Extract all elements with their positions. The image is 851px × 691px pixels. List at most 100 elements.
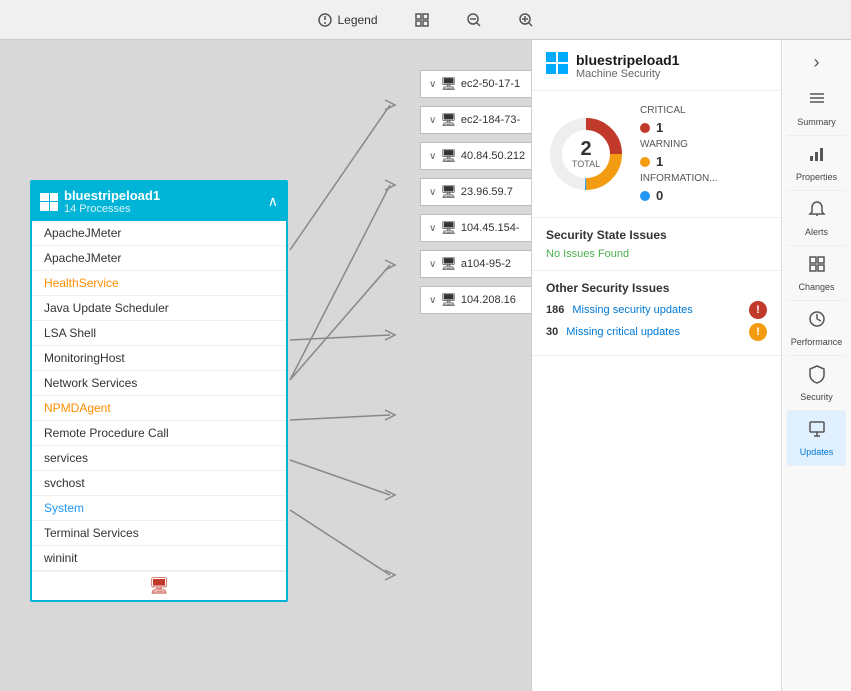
warning-legend: WARNING	[640, 139, 718, 150]
collapse-button[interactable]: ∧	[268, 193, 278, 210]
remote-node-collapse-icon: ∨	[429, 295, 436, 306]
remote-node[interactable]: ∨🖥104.45.154-	[420, 214, 531, 242]
remote-node-label: ec2-50-17-1	[461, 78, 520, 90]
warning-dot	[640, 157, 650, 167]
summary-icon	[807, 89, 827, 114]
donut-total: 2	[572, 139, 600, 159]
donut-section: 2 TOTAL CRITICAL 1 WARNING 1	[532, 91, 781, 218]
process-item[interactable]: NPMDAgent	[32, 396, 286, 421]
nav-item-performance[interactable]: Performance	[787, 301, 847, 356]
process-item[interactable]: Remote Procedure Call	[32, 421, 286, 446]
remote-monitor-icon: 🖥	[440, 256, 457, 272]
process-item[interactable]: MonitoringHost	[32, 346, 286, 371]
remote-node[interactable]: ∨🖥40.84.50.212	[420, 142, 531, 170]
process-list: ApacheJMeterApacheJMeterHealthServiceJav…	[32, 221, 286, 571]
other-issues-title: Other Security Issues	[546, 281, 767, 295]
nav-item-label: Properties	[796, 172, 837, 182]
process-item[interactable]: Java Update Scheduler	[32, 296, 286, 321]
legend-items: CRITICAL 1 WARNING 1 INFORMATION...	[640, 105, 718, 203]
zoom-out-button[interactable]	[458, 8, 490, 32]
windows-icon	[40, 193, 58, 211]
node-footer: 🖥	[32, 571, 286, 600]
critical-label: CRITICAL	[640, 105, 686, 116]
process-item[interactable]: ApacheJMeter	[32, 221, 286, 246]
fit-button[interactable]	[406, 8, 438, 32]
process-item[interactable]: LSA Shell	[32, 321, 286, 346]
security-icon	[807, 364, 827, 389]
process-item[interactable]: Network Services	[32, 371, 286, 396]
remote-node[interactable]: ∨🖥ec2-184-73-	[420, 106, 531, 134]
process-item[interactable]: HealthService	[32, 271, 286, 296]
process-item[interactable]: wininit	[32, 546, 286, 571]
panel-subtitle: Machine Security	[576, 68, 679, 80]
issue-link[interactable]: Missing security updates	[572, 304, 692, 316]
properties-icon	[807, 144, 827, 169]
changes-icon	[807, 254, 827, 279]
issue-row: 186 Missing security updates!	[546, 301, 767, 319]
zoom-in-icon	[518, 12, 534, 28]
info-label: INFORMATION...	[640, 173, 718, 184]
remote-monitor-icon: 🖥	[440, 220, 457, 236]
panel-title: bluestripeload1	[576, 52, 679, 68]
remote-node-collapse-icon: ∨	[429, 259, 436, 270]
remote-nodes-container: ∨🖥ec2-50-17-1∨🖥ec2-184-73-∨🖥40.84.50.212…	[420, 70, 531, 322]
remote-node[interactable]: ∨🖥ec2-50-17-1	[420, 70, 531, 98]
red-badge-icon: !	[749, 301, 767, 319]
nav-item-label: Summary	[797, 117, 836, 127]
remote-node-label: 104.208.16	[461, 294, 516, 306]
panel-win-icon	[546, 52, 568, 74]
issue-count: 30	[546, 326, 558, 338]
other-issues-section: Other Security Issues 186 Missing securit…	[532, 271, 781, 356]
nav-item-label: Alerts	[805, 227, 828, 237]
remote-node[interactable]: ∨ 🖥 104.208.16	[420, 286, 531, 314]
updates-icon	[807, 419, 827, 444]
content-area: bluestripeload1 14 Processes ∧ ApacheJMe…	[0, 40, 851, 691]
nav-items: Summary Properties Alerts Changes Performanc…	[787, 81, 847, 466]
nav-item-alerts[interactable]: Alerts	[787, 191, 847, 246]
remote-node-label: ec2-184-73-	[461, 114, 520, 126]
node-subtitle: 14 Processes	[64, 203, 160, 215]
info-value: 0	[656, 188, 663, 203]
nav-item-label: Updates	[800, 447, 834, 457]
process-item[interactable]: Terminal Services	[32, 521, 286, 546]
warning-value: 1	[656, 154, 663, 169]
remote-monitor-icon: 🖥	[440, 292, 457, 308]
remote-node-collapse-icon: ∨	[429, 223, 436, 234]
issue-row: 30Missing critical updates!	[546, 323, 767, 341]
panel-header: bluestripeload1 Machine Security	[532, 40, 781, 91]
process-item[interactable]: System	[32, 496, 286, 521]
monitor-icon: 🖥	[149, 576, 169, 596]
canvas-area: bluestripeload1 14 Processes ∧ ApacheJMe…	[0, 40, 531, 691]
process-item[interactable]: svchost	[32, 471, 286, 496]
donut-label: 2 TOTAL	[572, 139, 600, 169]
no-issues-text: No Issues Found	[546, 248, 767, 260]
nav-item-properties[interactable]: Properties	[787, 136, 847, 191]
nav-item-changes[interactable]: Changes	[787, 246, 847, 301]
process-item[interactable]: ApacheJMeter	[32, 246, 286, 271]
nav-item-summary[interactable]: Summary	[787, 81, 847, 136]
remote-node-collapse-icon: ∨	[429, 151, 436, 162]
critical-legend: CRITICAL	[640, 105, 718, 116]
node-header-left: bluestripeload1 14 Processes	[40, 188, 160, 215]
nav-item-security[interactable]: Security	[787, 356, 847, 411]
legend-button[interactable]: Legend	[309, 8, 385, 32]
nav-item-label: Changes	[798, 282, 834, 292]
legend-label: Legend	[337, 13, 377, 27]
node-title-group: bluestripeload1 14 Processes	[64, 188, 160, 215]
zoom-in-button[interactable]	[510, 8, 542, 32]
fit-icon	[414, 12, 430, 28]
nav-item-label: Performance	[791, 337, 843, 347]
info-legend: INFORMATION...	[640, 173, 718, 184]
nav-chevron[interactable]: ›	[806, 44, 828, 81]
remote-node[interactable]: ∨🖥23.96.59.7	[420, 178, 531, 206]
process-item[interactable]: services	[32, 446, 286, 471]
remote-node-label: 23.96.59.7	[461, 186, 513, 198]
info-dot	[640, 191, 650, 201]
legend-icon	[317, 12, 333, 28]
critical-value-row: 1	[640, 120, 718, 135]
issue-count: 186	[546, 304, 564, 316]
critical-dot	[640, 123, 650, 133]
remote-node[interactable]: ∨🖥a104-95-2	[420, 250, 531, 278]
issue-link[interactable]: Missing critical updates	[566, 326, 680, 338]
nav-item-updates[interactable]: Updates	[787, 411, 847, 466]
